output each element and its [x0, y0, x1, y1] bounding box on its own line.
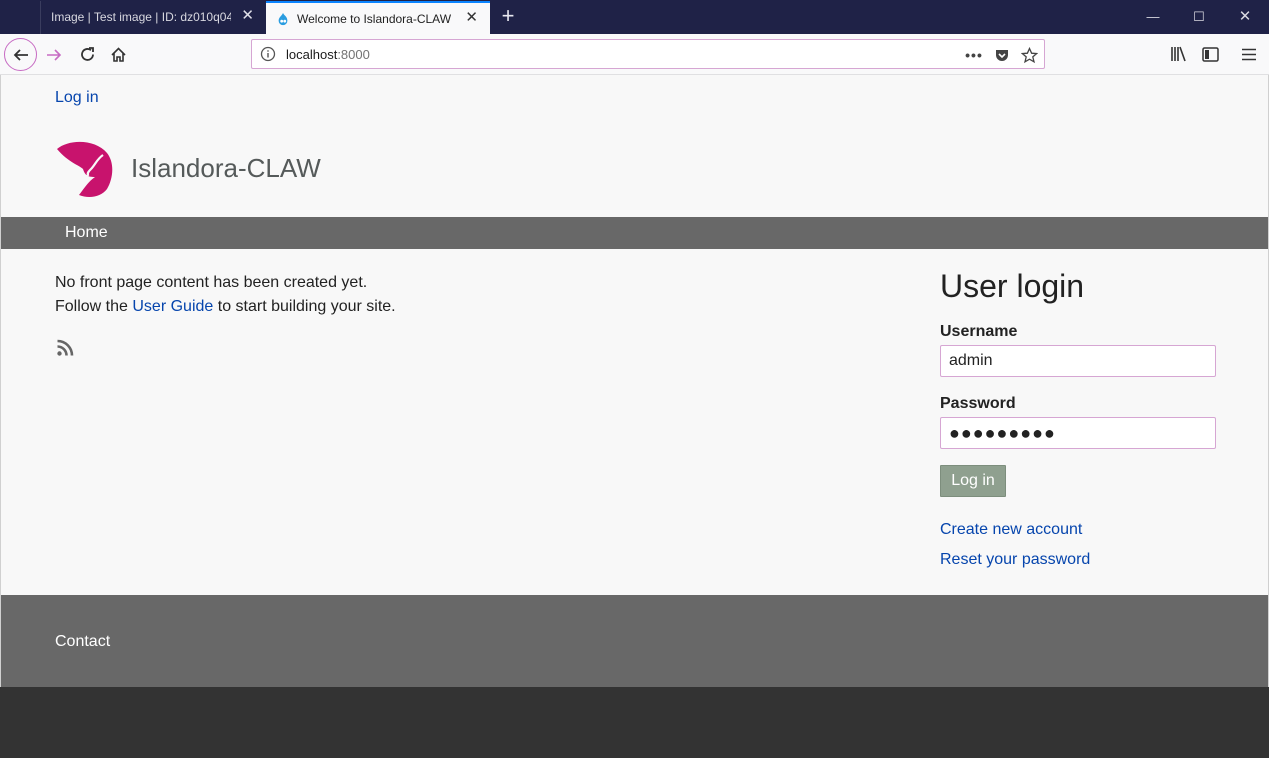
- url-bar[interactable]: localhost:8000 •••: [251, 39, 1045, 69]
- guide-prefix: Follow the: [55, 298, 133, 315]
- main-navigation: Home: [1, 217, 1268, 249]
- close-icon[interactable]: ✕: [465, 10, 478, 26]
- user-login-block: User login Username Password ●●●●●●●●● L…: [940, 268, 1220, 568]
- username-label: Username: [940, 323, 1018, 340]
- tab-welcome[interactable]: Welcome to Islandora-CLAW | I ✕: [266, 1, 490, 34]
- pocket-icon[interactable]: [992, 45, 1012, 65]
- rss-feed-icon[interactable]: [56, 339, 74, 357]
- more-horizontal-icon[interactable]: •••: [964, 45, 984, 65]
- url-port: :8000: [337, 47, 370, 62]
- no-content-text: No front page content has been created y…: [55, 274, 368, 291]
- maximize-icon[interactable]: ☐: [1176, 0, 1222, 34]
- browser-titlebar: Image | Test image | ID: dz010q04x ✕ Wel…: [0, 0, 1269, 34]
- password-label: Password: [940, 395, 1016, 412]
- home-icon[interactable]: [107, 43, 129, 65]
- islandora-logo-icon[interactable]: [55, 139, 115, 197]
- window-close-icon[interactable]: ✕: [1222, 0, 1268, 34]
- footer-contact-link[interactable]: Contact: [55, 633, 110, 651]
- user-login-title: User login: [940, 268, 1085, 304]
- username-field[interactable]: [940, 345, 1216, 377]
- url-host: localhost: [286, 47, 338, 62]
- info-icon[interactable]: [260, 46, 276, 62]
- drupal-favicon-icon: [278, 12, 288, 26]
- reset-password-link[interactable]: Reset your password: [940, 551, 1090, 569]
- back-arrow-icon[interactable]: [4, 38, 37, 71]
- web-page: Log in Islandora-CLAW Home No front page…: [0, 75, 1269, 687]
- reload-icon[interactable]: [76, 43, 98, 65]
- star-icon[interactable]: [1019, 45, 1039, 65]
- guide-suffix: to start building your site.: [213, 298, 396, 315]
- user-guide-link[interactable]: User Guide: [132, 298, 213, 315]
- minimize-icon[interactable]: —: [1130, 0, 1176, 34]
- front-page-message: No front page content has been created y…: [55, 271, 396, 319]
- close-icon[interactable]: ✕: [241, 8, 254, 24]
- nav-item-home[interactable]: Home: [65, 224, 108, 242]
- library-icon[interactable]: [1168, 43, 1190, 65]
- tab-image-test[interactable]: Image | Test image | ID: dz010q04x ✕: [40, 1, 266, 34]
- browser-toolbar: localhost:8000 •••: [0, 34, 1269, 75]
- hamburger-menu-icon[interactable]: [1238, 43, 1260, 65]
- login-submit-button[interactable]: Log in: [940, 465, 1006, 497]
- new-tab-icon[interactable]: +: [497, 5, 519, 27]
- create-account-link[interactable]: Create new account: [940, 521, 1082, 539]
- tab-title: Image | Test image | ID: dz010q04x: [51, 10, 231, 24]
- header-login-link[interactable]: Log in: [55, 89, 99, 107]
- tab-title: Welcome to Islandora-CLAW | I: [297, 12, 453, 26]
- url-text[interactable]: localhost:8000: [286, 47, 370, 62]
- site-footer: Contact: [1, 595, 1268, 687]
- password-field[interactable]: ●●●●●●●●●: [940, 417, 1216, 449]
- forward-arrow-icon[interactable]: [43, 44, 65, 66]
- sidebar-icon[interactable]: [1199, 43, 1221, 65]
- site-name[interactable]: Islandora-CLAW: [131, 153, 321, 184]
- user-guide-text: Follow the User Guide to start building …: [55, 295, 396, 319]
